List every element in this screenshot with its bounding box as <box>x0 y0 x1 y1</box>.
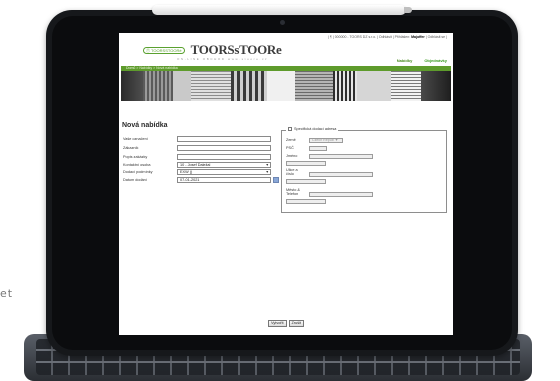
logout-link[interactable]: | Odhlásit se | <box>425 35 447 39</box>
field-row-customer: Zákazník <box>123 145 273 152</box>
top-links: | ¶ | 000000 - TOORS DZ s.r.o. | Odhlási… <box>328 35 447 39</box>
keyboard-row-divider <box>36 361 520 363</box>
chevron-down-icon: ▼ <box>265 163 269 167</box>
field-row-delivery-date: Datum dodání 07-01-2021 <box>123 177 279 184</box>
street-input-2[interactable] <box>286 179 326 184</box>
field-label: Kontaktní osoba <box>123 163 151 167</box>
banner-panel <box>295 71 333 101</box>
user-name[interactable]: Majoffer <box>411 35 425 39</box>
banner-panel <box>357 71 391 101</box>
your-label-input[interactable] <box>177 136 271 142</box>
field-row-description: Popis zakázky <box>123 154 273 161</box>
field-row-delivery-terms: Dodací podmínky EXW () ▼ <box>123 169 273 176</box>
phone-label: Telefon <box>286 192 299 196</box>
stage: et | ¶ | 000000 - TOORS DZ s.r.o. | Odhl… <box>0 0 560 381</box>
field-label: Popis zakázky <box>123 155 148 159</box>
field-label: Vaše označení <box>123 137 148 141</box>
street-input[interactable] <box>309 172 373 177</box>
banner-panel <box>391 71 421 101</box>
street-number-label: číslo <box>286 172 294 176</box>
delivery-terms-value: EXW () <box>180 170 193 174</box>
field-label: Zákazník <box>123 146 139 150</box>
nav-offers[interactable]: Nabídky <box>397 58 413 63</box>
page-title: Nová nabídka <box>122 122 168 129</box>
cancel-button[interactable]: Zrušit <box>288 320 305 327</box>
side-text: et <box>0 287 14 300</box>
pencil-tip <box>404 7 412 13</box>
contact-person-value: 10 - Josef Daležal <box>180 163 211 167</box>
main-nav: Nabídky Objednávky <box>397 58 447 63</box>
zip-input[interactable] <box>309 146 327 151</box>
delivery-date-input[interactable]: 07-01-2021 <box>177 177 271 183</box>
brand-badge-logo: Ⓣ TOORSSTOORé <box>143 46 185 54</box>
banner-panel <box>143 71 173 101</box>
specific-address-checkbox[interactable] <box>288 127 292 131</box>
city-input[interactable] <box>309 192 373 197</box>
brand-tagline: ON-LINE OBCHOD www.stoore.cz <box>177 57 269 61</box>
field-label: Datum dodání <box>123 178 147 182</box>
zip-label: PSČ <box>286 146 294 150</box>
stylus-pencil <box>152 5 412 15</box>
banner-panel <box>267 71 295 101</box>
banner-panel <box>421 71 451 101</box>
calendar-icon[interactable] <box>273 177 279 183</box>
account-links[interactable]: | ¶ | 000000 - TOORS DZ s.r.o. | Odhlási… <box>328 35 411 39</box>
name-input[interactable] <box>309 154 373 159</box>
form-actions: Vytvořit Zrušit <box>119 320 453 330</box>
banner-panel <box>231 71 267 101</box>
name-label: Jméno <box>286 154 298 158</box>
phone-input[interactable] <box>286 199 326 204</box>
tablet-screen: | ¶ | 000000 - TOORS DZ s.r.o. | Odhlási… <box>119 33 453 335</box>
delivery-address-legend: Specifická dodací adresa <box>286 127 339 131</box>
chevron-down-icon: ▼ <box>265 170 269 174</box>
contact-person-select[interactable]: 10 - Josef Daležal ▼ <box>177 162 271 168</box>
banner-panel <box>191 71 231 101</box>
country-label: Země <box>286 138 296 142</box>
country-select[interactable]: Czech Repub ▼ <box>309 138 343 143</box>
country-value: Czech Repub <box>312 138 334 142</box>
customer-input[interactable] <box>177 145 271 151</box>
name-input-2[interactable] <box>286 161 326 166</box>
delivery-terms-select[interactable]: EXW () ▼ <box>177 169 271 175</box>
camera-icon <box>280 20 285 25</box>
create-button[interactable]: Vytvořit <box>267 320 287 327</box>
nav-orders[interactable]: Objednávky <box>424 58 447 63</box>
header-banner-image <box>121 71 451 101</box>
delivery-address-fieldset: Specifická dodací adresa Země Czech Repu… <box>281 127 447 213</box>
banner-panel <box>333 71 357 101</box>
field-row-contact: Kontaktní osoba 10 - Josef Daležal ▼ <box>123 162 273 169</box>
description-input[interactable] <box>177 154 271 160</box>
banner-panel <box>173 71 191 101</box>
banner-panel <box>121 71 143 101</box>
brand[interactable]: Ⓣ TOORSSTOORé TOORSsTOORe <box>143 42 282 57</box>
field-label: Dodací podmínky <box>123 170 153 174</box>
form-area: Nová nabídka Vaše označení Zákazník Popi… <box>119 103 453 327</box>
brand-logo: TOORSsTOORe <box>190 42 282 57</box>
field-row-your-label: Vaše označení <box>123 136 273 143</box>
delivery-address-title: Specifická dodací adresa <box>294 127 337 131</box>
